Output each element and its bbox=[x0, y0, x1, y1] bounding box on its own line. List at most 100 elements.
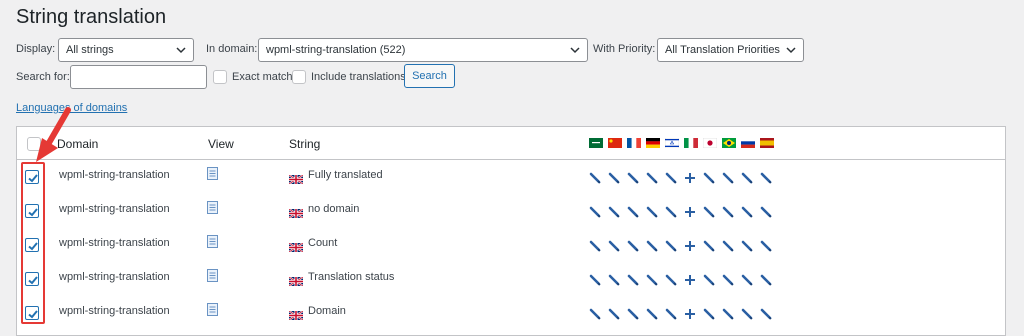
edit-translation-icon[interactable] bbox=[608, 307, 620, 320]
add-translation-icon[interactable] bbox=[684, 273, 696, 285]
edit-translation-icon[interactable] bbox=[703, 239, 715, 252]
flag-fr-icon bbox=[627, 138, 641, 148]
exact-match-checkbox[interactable] bbox=[213, 70, 227, 84]
priority-select-value: All Translation Priorities bbox=[665, 44, 780, 56]
flag-en-icon bbox=[288, 239, 304, 253]
display-select[interactable]: All strings bbox=[58, 38, 194, 62]
chevron-down-icon bbox=[570, 47, 580, 54]
flag-ar-icon bbox=[589, 138, 603, 148]
header-string[interactable]: String bbox=[289, 137, 320, 151]
edit-translation-icon[interactable] bbox=[589, 205, 601, 218]
row-string: Fully translated bbox=[308, 169, 383, 181]
flag-pt-br-icon bbox=[722, 138, 736, 148]
row-domain: wpml-string-translation bbox=[59, 237, 170, 249]
edit-translation-icon[interactable] bbox=[608, 171, 620, 184]
priority-select[interactable]: All Translation Priorities bbox=[657, 38, 804, 62]
row-string: no domain bbox=[308, 203, 360, 215]
view-document-icon[interactable] bbox=[207, 167, 218, 180]
include-translations-label: Include translations bbox=[311, 71, 406, 83]
display-label: Display: bbox=[16, 43, 56, 55]
edit-translation-icon[interactable] bbox=[665, 273, 677, 286]
add-translation-icon[interactable] bbox=[684, 205, 696, 217]
view-document-icon[interactable] bbox=[207, 235, 218, 248]
table-row: wpml-string-translation Domain bbox=[17, 296, 1005, 330]
search-input[interactable] bbox=[70, 65, 207, 89]
edit-translation-icon[interactable] bbox=[760, 171, 772, 184]
edit-translation-icon[interactable] bbox=[722, 205, 734, 218]
domain-select-value: wpml-string-translation (522) bbox=[266, 44, 406, 56]
edit-translation-icon[interactable] bbox=[741, 239, 753, 252]
edit-translation-icon[interactable] bbox=[741, 273, 753, 286]
edit-translation-icon[interactable] bbox=[627, 205, 639, 218]
edit-translation-icon[interactable] bbox=[627, 273, 639, 286]
view-document-icon[interactable] bbox=[207, 269, 218, 282]
edit-translation-icon[interactable] bbox=[741, 205, 753, 218]
edit-translation-icon[interactable] bbox=[646, 307, 658, 320]
edit-translation-icon[interactable] bbox=[589, 273, 601, 286]
view-document-icon[interactable] bbox=[207, 303, 218, 316]
edit-translation-icon[interactable] bbox=[646, 205, 658, 218]
table-row: wpml-string-translation Count bbox=[17, 228, 1005, 262]
edit-translation-icon[interactable] bbox=[665, 307, 677, 320]
edit-translation-icon[interactable] bbox=[760, 205, 772, 218]
edit-translation-icon[interactable] bbox=[589, 171, 601, 184]
checkbox-highlight-callout bbox=[21, 162, 45, 324]
edit-translation-icon[interactable] bbox=[703, 273, 715, 286]
edit-translation-icon[interactable] bbox=[589, 307, 601, 320]
edit-translation-icon[interactable] bbox=[722, 171, 734, 184]
edit-translation-icon[interactable] bbox=[608, 239, 620, 252]
flag-en-icon bbox=[288, 171, 304, 185]
priority-label: With Priority: bbox=[593, 43, 656, 55]
edit-translation-icon[interactable] bbox=[741, 307, 753, 320]
edit-translation-icon[interactable] bbox=[703, 171, 715, 184]
edit-translation-icon[interactable] bbox=[665, 205, 677, 218]
flag-it-icon bbox=[684, 138, 698, 148]
table-row: wpml-string-translation Translation statu… bbox=[17, 262, 1005, 296]
table-row: wpml-string-translation Fully translated bbox=[17, 160, 1005, 194]
edit-translation-icon[interactable] bbox=[722, 239, 734, 252]
add-translation-icon[interactable] bbox=[684, 307, 696, 319]
edit-translation-icon[interactable] bbox=[608, 205, 620, 218]
edit-translation-icon[interactable] bbox=[760, 307, 772, 320]
edit-translation-icon[interactable] bbox=[608, 273, 620, 286]
flag-ja-icon bbox=[703, 138, 717, 148]
edit-translation-icon[interactable] bbox=[627, 171, 639, 184]
table-row: wpml-string-translation no domain bbox=[17, 194, 1005, 228]
edit-translation-icon[interactable] bbox=[627, 307, 639, 320]
edit-translation-icon[interactable] bbox=[665, 239, 677, 252]
include-translations-checkbox[interactable] bbox=[292, 70, 306, 84]
row-string: Domain bbox=[308, 305, 346, 317]
domain-label: In domain: bbox=[206, 43, 258, 55]
add-translation-icon[interactable] bbox=[684, 239, 696, 251]
row-domain: wpml-string-translation bbox=[59, 271, 170, 283]
row-string: Translation status bbox=[308, 271, 395, 283]
edit-translation-icon[interactable] bbox=[703, 205, 715, 218]
strings-table: Domain View String wpml-string-translati… bbox=[16, 126, 1006, 336]
domain-select[interactable]: wpml-string-translation (522) bbox=[258, 38, 588, 62]
edit-translation-icon[interactable] bbox=[646, 273, 658, 286]
edit-translation-icon[interactable] bbox=[722, 307, 734, 320]
edit-translation-icon[interactable] bbox=[646, 171, 658, 184]
edit-translation-icon[interactable] bbox=[760, 239, 772, 252]
flag-he-icon bbox=[665, 138, 679, 148]
edit-translation-icon[interactable] bbox=[760, 273, 772, 286]
flag-en-icon bbox=[288, 205, 304, 219]
edit-translation-icon[interactable] bbox=[627, 239, 639, 252]
edit-translation-icon[interactable] bbox=[722, 273, 734, 286]
row-domain: wpml-string-translation bbox=[59, 203, 170, 215]
edit-translation-icon[interactable] bbox=[703, 307, 715, 320]
search-button[interactable]: Search bbox=[404, 64, 455, 88]
display-select-value: All strings bbox=[66, 44, 114, 56]
view-document-icon[interactable] bbox=[207, 201, 218, 214]
flag-es-icon bbox=[760, 138, 774, 148]
row-string: Count bbox=[308, 237, 338, 249]
page-title: String translation bbox=[16, 6, 167, 28]
add-translation-icon[interactable] bbox=[684, 171, 696, 183]
row-domain: wpml-string-translation bbox=[59, 169, 170, 181]
edit-translation-icon[interactable] bbox=[741, 171, 753, 184]
edit-translation-icon[interactable] bbox=[646, 239, 658, 252]
exact-match-label: Exact match bbox=[232, 71, 293, 83]
edit-translation-icon[interactable] bbox=[589, 239, 601, 252]
flag-de-icon bbox=[646, 138, 660, 148]
edit-translation-icon[interactable] bbox=[665, 171, 677, 184]
